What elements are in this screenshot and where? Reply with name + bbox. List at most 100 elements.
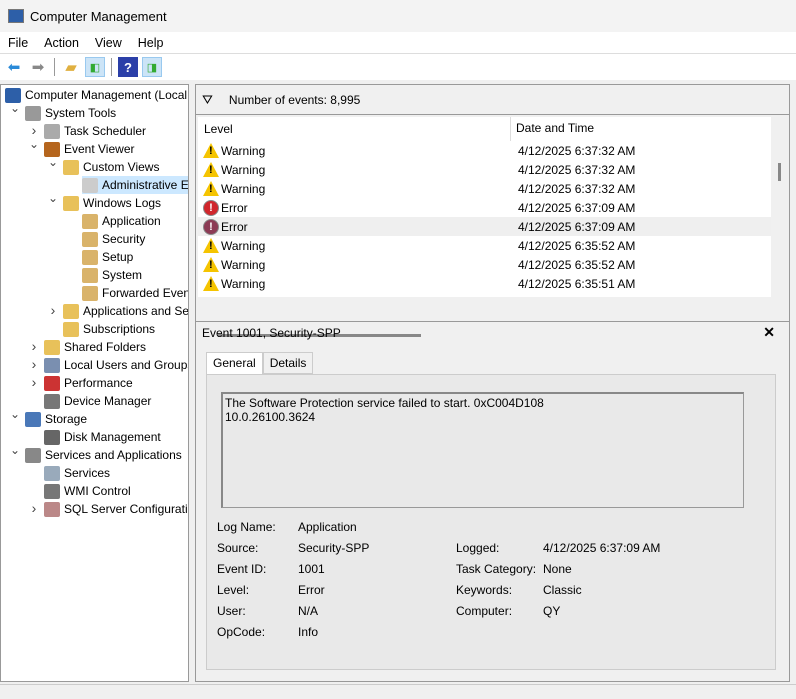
folder-icon bbox=[63, 159, 79, 175]
event-level: Warning bbox=[203, 238, 265, 253]
tree-node-label: Subscriptions bbox=[83, 322, 156, 336]
up-folder-icon[interactable]: ▰ bbox=[61, 57, 81, 77]
column-date-time[interactable]: Date and Time bbox=[510, 117, 594, 141]
column-header-row: Level Date and Time bbox=[198, 117, 771, 141]
menu-view[interactable]: View bbox=[87, 36, 130, 50]
close-icon[interactable]: ✕ bbox=[763, 324, 775, 341]
tree-node[interactable]: › Shared Folders bbox=[32, 338, 146, 356]
tree-node[interactable]: Application bbox=[82, 212, 161, 230]
tree-node[interactable]: › SQL Server Configuratic bbox=[32, 500, 188, 518]
computer-label: Computer: bbox=[456, 604, 513, 618]
event-detail-pane: Event 1001, Security-SPP ✕ General Detai… bbox=[196, 321, 789, 681]
event-row[interactable]: Warning 4/12/2025 6:37:32 AM bbox=[198, 141, 771, 160]
tree-node[interactable]: ⌄ Storage bbox=[10, 407, 88, 428]
tree-node-label: Forwarded Event bbox=[102, 286, 189, 300]
collapse-chevron-icon[interactable]: ⌄ bbox=[10, 407, 20, 421]
tree-node-label: System Tools bbox=[45, 106, 117, 120]
tree-node[interactable]: › Applications and Se bbox=[51, 302, 188, 320]
event-row[interactable]: ! Error 4/12/2025 6:37:09 AM bbox=[198, 198, 771, 217]
computer-management-icon bbox=[8, 9, 24, 23]
event-row[interactable]: Warning 4/12/2025 6:37:32 AM bbox=[198, 179, 771, 198]
tree-node[interactable]: ⌄ Custom Views bbox=[48, 155, 159, 176]
tab-details[interactable]: Details bbox=[262, 352, 314, 374]
tab-general[interactable]: General bbox=[206, 352, 263, 374]
expand-chevron-icon[interactable]: › bbox=[29, 374, 39, 390]
event-row[interactable]: Warning 4/12/2025 6:37:32 AM bbox=[198, 160, 771, 179]
tree-node[interactable]: ⌄ Windows Logs bbox=[48, 191, 161, 212]
tree-node[interactable]: › Local Users and Groups bbox=[32, 356, 188, 374]
forward-arrow-icon[interactable]: ➡ bbox=[28, 57, 48, 77]
user-label: User: bbox=[217, 604, 246, 618]
collapse-chevron-icon[interactable]: ⌄ bbox=[48, 155, 58, 169]
event-level: Warning bbox=[203, 181, 265, 196]
column-level[interactable]: Level bbox=[204, 122, 233, 136]
storage-icon bbox=[25, 411, 41, 427]
event-message[interactable]: The Software Protection service failed t… bbox=[221, 392, 744, 508]
task-category-value: None bbox=[543, 562, 572, 576]
event-row[interactable]: Warning 4/12/2025 6:35:52 AM bbox=[198, 236, 771, 255]
source-value: Security-SPP bbox=[298, 541, 370, 555]
title-bar: Computer Management bbox=[0, 0, 796, 32]
status-bar bbox=[0, 684, 796, 699]
general-tab-content: The Software Protection service failed t… bbox=[206, 374, 776, 670]
event-level: ! Error bbox=[203, 218, 248, 235]
expand-chevron-icon[interactable]: › bbox=[29, 356, 39, 372]
tree-node[interactable]: Services bbox=[44, 464, 110, 482]
vertical-scrollbar[interactable] bbox=[778, 163, 781, 181]
event-id-value: 1001 bbox=[298, 562, 325, 576]
folder-icon bbox=[63, 303, 79, 319]
filter-icon: ⛛ bbox=[202, 91, 213, 107]
expand-chevron-icon[interactable]: › bbox=[48, 302, 58, 318]
tree-node[interactable]: ⌄ Services and Applications bbox=[10, 443, 182, 464]
tree-node[interactable]: Security bbox=[82, 230, 145, 248]
log-icon bbox=[82, 249, 98, 265]
gear-icon bbox=[44, 465, 60, 481]
tree-node[interactable]: Disk Management bbox=[44, 428, 161, 446]
folder-icon bbox=[63, 195, 79, 211]
help-icon[interactable]: ? bbox=[118, 57, 138, 77]
menu-help[interactable]: Help bbox=[130, 36, 172, 50]
tree-node[interactable]: Administrative E bbox=[82, 176, 189, 194]
back-arrow-icon[interactable]: ⬅ bbox=[4, 57, 24, 77]
tree-node[interactable]: Setup bbox=[82, 248, 133, 266]
console-tree: Computer Management (Local ⌄ System Tools ›… bbox=[0, 84, 189, 682]
expand-chevron-icon[interactable]: › bbox=[29, 122, 39, 138]
event-level: Warning bbox=[203, 162, 265, 177]
menu-action[interactable]: Action bbox=[36, 36, 87, 50]
event-row[interactable]: Warning 4/12/2025 6:35:51 AM bbox=[198, 274, 771, 293]
tree-node[interactable]: Subscriptions bbox=[63, 320, 155, 338]
tree-node[interactable]: › Task Scheduler bbox=[32, 122, 146, 140]
show-hide-tree-icon[interactable]: ◧ bbox=[85, 57, 105, 77]
collapse-chevron-icon[interactable]: ⌄ bbox=[48, 191, 58, 205]
computer-value: QY bbox=[543, 604, 561, 618]
tree-node[interactable]: Device Manager bbox=[44, 392, 151, 410]
keywords-value: Classic bbox=[543, 583, 582, 597]
warning-icon bbox=[203, 162, 219, 177]
collapse-chevron-icon[interactable]: ⌄ bbox=[10, 101, 20, 115]
event-date-time: 4/12/2025 6:37:32 AM bbox=[518, 143, 636, 158]
expand-chevron-icon[interactable]: › bbox=[29, 338, 39, 354]
collapse-chevron-icon[interactable]: ⌄ bbox=[29, 137, 39, 151]
tree-node[interactable]: System bbox=[82, 266, 142, 284]
menu-file[interactable]: File bbox=[0, 36, 36, 50]
log-icon bbox=[82, 231, 98, 247]
expand-chevron-icon[interactable]: › bbox=[29, 500, 39, 516]
event-row[interactable]: Warning 4/12/2025 6:35:52 AM bbox=[198, 255, 771, 274]
event-level-text: Warning bbox=[221, 257, 266, 272]
tree-node[interactable]: Computer Management (Local bbox=[5, 86, 187, 104]
event-detail-title: Event 1001, Security-SPP bbox=[202, 326, 341, 340]
tree-node[interactable]: WMI Control bbox=[44, 482, 131, 500]
collapse-chevron-icon[interactable]: ⌄ bbox=[10, 443, 20, 457]
tree-node-label: Administrative E bbox=[102, 178, 189, 192]
tree-node[interactable]: › Performance bbox=[32, 374, 133, 392]
event-level: Warning bbox=[203, 257, 265, 272]
show-hide-action-pane-icon[interactable]: ◨ bbox=[142, 57, 162, 77]
event-level-text: Error bbox=[221, 200, 248, 215]
tree-node[interactable]: Forwarded Event bbox=[82, 284, 189, 302]
toolbar-separator bbox=[54, 58, 55, 76]
event-count: Number of events: 8,995 bbox=[228, 92, 361, 107]
tree-node-label: Services bbox=[64, 466, 111, 480]
tree-node-label: Storage bbox=[45, 412, 88, 426]
event-row[interactable]: ! Error 4/12/2025 6:37:09 AM bbox=[198, 217, 771, 236]
tree-node[interactable]: ⌄ System Tools bbox=[10, 101, 117, 122]
